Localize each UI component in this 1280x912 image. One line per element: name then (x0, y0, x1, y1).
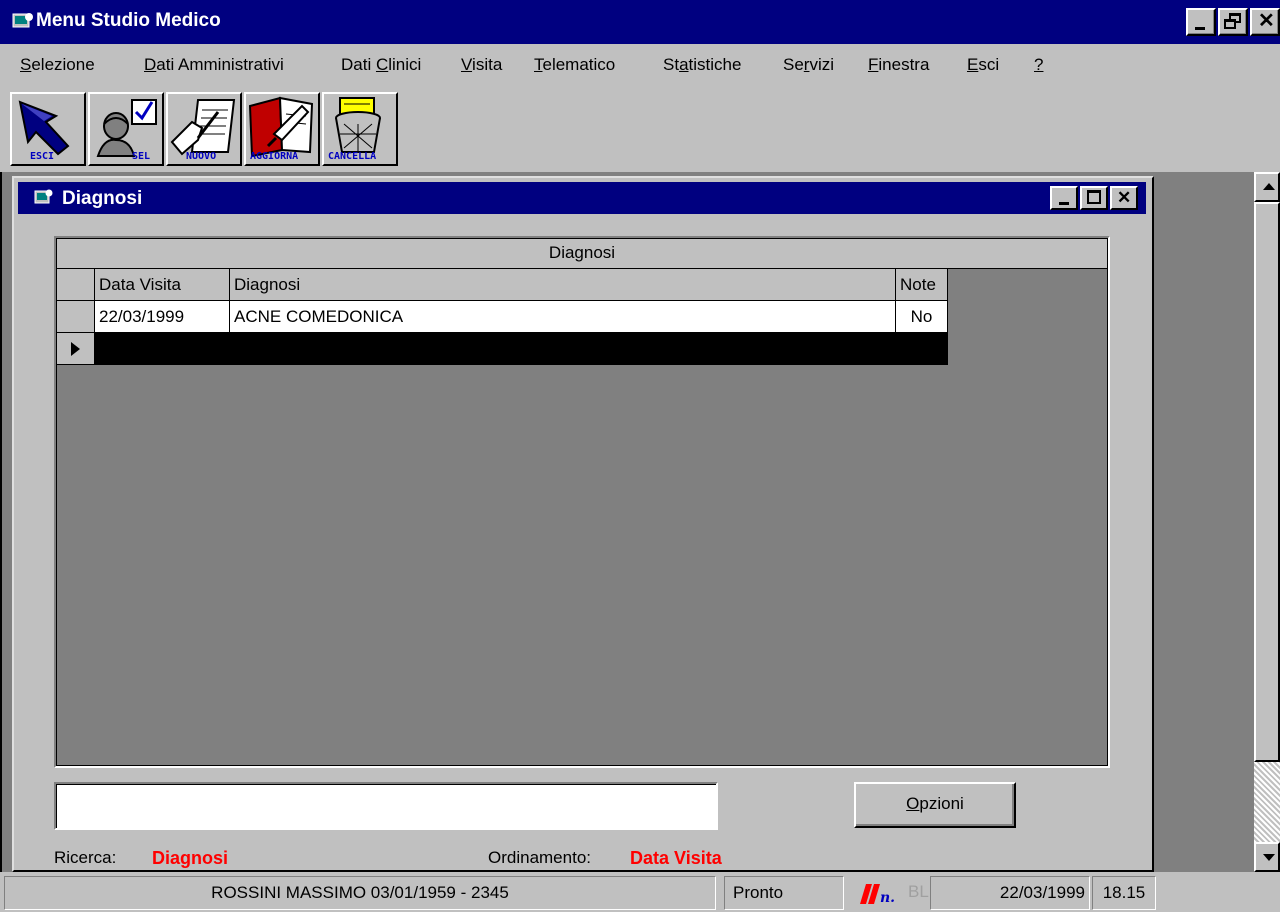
app-title: Menu Studio Medico (36, 10, 221, 31)
ricerca-label: Ricerca: (54, 848, 117, 867)
col-header-diagnosi[interactable]: Diagnosi (230, 269, 896, 301)
cell-note[interactable]: No (896, 301, 948, 333)
vertical-scrollbar[interactable] (1254, 172, 1280, 872)
menu-esci[interactable]: Esci (967, 55, 999, 75)
cell-data-visita[interactable]: 22/03/1999 (95, 301, 230, 333)
col-header-data-visita[interactable]: Data Visita (95, 269, 230, 301)
menu-statistiche[interactable]: Statistiche (663, 55, 741, 75)
app-titlebar: Menu Studio Medico ✕ (0, 0, 1280, 44)
diagnosi-title: Diagnosi (62, 188, 143, 209)
status-patient: ROSSINI MASSIMO 03/01/1959 - 2345 (4, 876, 716, 910)
logo-icon: n. (860, 884, 895, 906)
child-minimize-button[interactable] (1050, 186, 1078, 210)
menu-bar: Selezione Dati Amministrativi Dati Clini… (0, 44, 1280, 86)
diagnosi-titlebar: Diagnosi ✕ (18, 182, 1146, 214)
current-row-pointer-icon (71, 342, 80, 356)
child-maximize-button[interactable] (1080, 186, 1108, 210)
close-button[interactable]: ✕ (1250, 8, 1280, 36)
status-date: 22/03/1999 (930, 876, 1090, 910)
esci-label: ESCI (30, 151, 55, 162)
status-bar: ROSSINI MASSIMO 03/01/1959 - 2345 Pronto… (0, 874, 1280, 912)
grid-caption: Diagnosi (57, 239, 1107, 269)
cell-diagnosi-new[interactable] (230, 333, 896, 365)
scroll-track-hatch[interactable] (1254, 762, 1280, 842)
arrow-up-icon (1263, 183, 1275, 190)
menu-help[interactable]: ? (1034, 55, 1043, 75)
menu-dati-clinici[interactable]: Dati Clinici (341, 55, 421, 75)
ricerca-value: Diagnosi (152, 848, 229, 868)
menu-servizi[interactable]: Servizi (783, 55, 834, 75)
status-time: 18.15 (1092, 876, 1156, 910)
row-selector[interactable] (57, 301, 95, 333)
cell-data-visita-new[interactable] (95, 333, 230, 365)
arrow-down-icon (1263, 854, 1275, 861)
nuovo-button[interactable]: NUOVO (166, 92, 242, 166)
menu-visita[interactable]: Visita (461, 55, 502, 75)
menu-telematico[interactable]: Telematico (534, 55, 615, 75)
cancella-label: CANCELLA (328, 151, 377, 162)
nuovo-label: NUOVO (186, 151, 217, 162)
menu-finestra[interactable]: Finestra (868, 55, 929, 75)
ordinamento-value: Data Visita (630, 848, 722, 868)
scroll-down-button[interactable] (1254, 842, 1280, 872)
select-person-icon (96, 99, 157, 157)
minimize-button[interactable] (1186, 8, 1216, 36)
esci-button[interactable]: ESCI (10, 92, 86, 166)
restore-button[interactable] (1218, 8, 1248, 36)
sel-label: SEL (132, 151, 151, 162)
cancella-button[interactable]: CANCELLA (322, 92, 398, 166)
status-bl: BL (908, 882, 929, 901)
sel-button[interactable]: SEL (88, 92, 164, 166)
row-selector-current[interactable] (57, 333, 95, 365)
window-controls: ✕ (1186, 8, 1280, 36)
table-row[interactable]: 22/03/1999 ACNE COMEDONICA No (57, 301, 948, 333)
col-header-note[interactable]: Note (896, 269, 948, 301)
diagnosi-grid[interactable]: Diagnosi Data Visita Diagnosi Note 22/03… (54, 236, 1110, 768)
status-state: Pronto (724, 876, 844, 910)
menu-dati-amministrativi[interactable]: Dati Amministrativi (144, 55, 284, 75)
row-selector-header (57, 269, 95, 301)
aggiorna-label: AGGIORNA (250, 151, 299, 162)
grid-header-row: Data Visita Diagnosi Note (57, 269, 948, 301)
search-input[interactable] (54, 782, 718, 830)
svg-text:n.: n. (880, 890, 895, 906)
opzioni-button[interactable]: Opzioni (854, 782, 1016, 828)
cell-note-new[interactable] (896, 333, 948, 365)
cell-diagnosi[interactable]: ACNE COMEDONICA (230, 301, 896, 333)
diagnosi-window: Diagnosi ✕ Diagnosi Data Visita Diagnosi… (12, 176, 1154, 872)
table-row-new[interactable] (57, 333, 948, 365)
window-icon (34, 189, 53, 204)
menu-selezione[interactable]: Selezione (20, 55, 95, 75)
scroll-thumb[interactable] (1254, 202, 1280, 762)
aggiorna-button[interactable]: AGGIORNA (244, 92, 320, 166)
toolbar: ESCI SEL NUOVO AGGIORNA CANCELLA (10, 92, 398, 166)
child-window-controls: ✕ (1050, 186, 1138, 210)
app-icon (12, 13, 33, 28)
grid-frame: Diagnosi Data Visita Diagnosi Note 22/03… (56, 238, 1108, 766)
child-close-button[interactable]: ✕ (1110, 186, 1138, 210)
ordinamento-label: Ordinamento: (488, 848, 591, 867)
scroll-up-button[interactable] (1254, 172, 1280, 202)
